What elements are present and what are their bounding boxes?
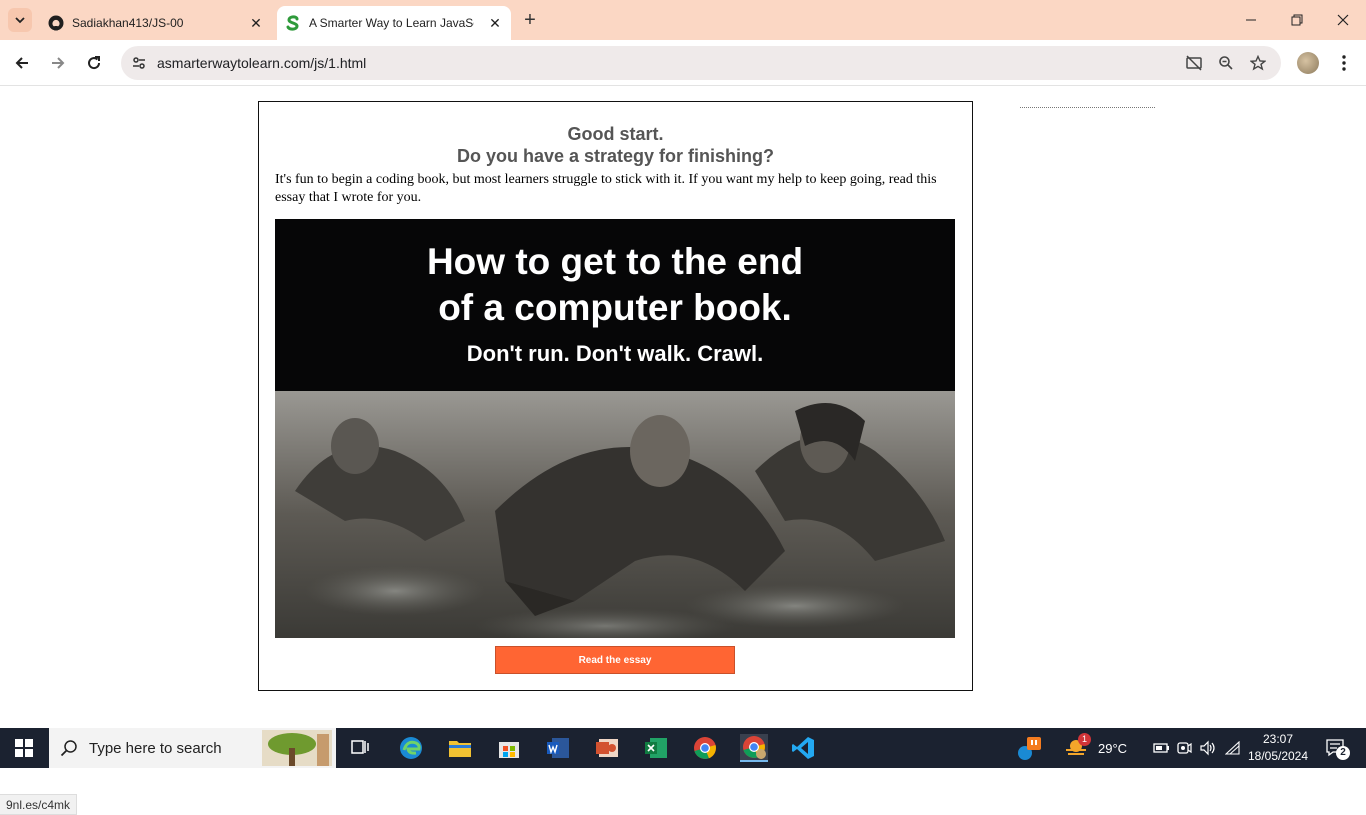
new-tab-button[interactable]: + xyxy=(518,9,542,33)
essay-banner-image[interactable]: How to get to the end of a computer book… xyxy=(275,219,955,638)
microsoft-store-icon[interactable] xyxy=(495,734,523,762)
page-heading: Good start. xyxy=(567,124,664,144)
profile-avatar[interactable] xyxy=(1297,52,1319,74)
mud-crawl-photo xyxy=(275,391,955,638)
search-highlight-tree-icon xyxy=(262,730,332,766)
back-button[interactable] xyxy=(10,51,34,75)
reload-button[interactable] xyxy=(82,51,106,75)
banner-text-area: How to get to the end of a computer book… xyxy=(275,219,955,391)
tab-strip: Sadiakhan413/JS-00 ✕ A Smarter Way to Le… xyxy=(0,0,1366,40)
forward-button[interactable] xyxy=(46,51,70,75)
start-button[interactable] xyxy=(0,728,48,768)
word-icon[interactable] xyxy=(544,734,572,762)
chrome-icon[interactable] xyxy=(691,734,719,762)
task-view-icon[interactable] xyxy=(346,734,374,762)
bookmark-star-icon[interactable] xyxy=(1248,53,1268,73)
vscode-icon[interactable] xyxy=(789,734,817,762)
restore-button[interactable] xyxy=(1274,0,1320,40)
minimize-icon xyxy=(1246,19,1256,21)
zoom-icon[interactable] xyxy=(1216,53,1236,73)
weather-badge: 1 xyxy=(1078,733,1091,746)
clock-date: 18/05/2024 xyxy=(1247,749,1309,763)
sidebar-divider xyxy=(1020,107,1155,109)
windows-logo-icon xyxy=(15,739,33,757)
windows-taskbar: Type here to search 1 29°C 23:07 18/05/2… xyxy=(0,728,1366,768)
file-explorer-icon[interactable] xyxy=(446,734,474,762)
close-window-button[interactable] xyxy=(1320,0,1366,40)
restore-icon xyxy=(1291,14,1303,26)
tab-asmarterway[interactable]: A Smarter Way to Learn JavaScript ✕ xyxy=(277,6,511,40)
taskbar-search-box[interactable]: Type here to search xyxy=(49,728,336,768)
arrow-left-icon xyxy=(15,57,28,69)
tab-title: Sadiakhan413/JS-00 xyxy=(72,16,184,30)
url-text[interactable]: asmarterwaytolearn.com/js/1.html xyxy=(157,55,366,71)
arrow-right-icon xyxy=(52,57,65,69)
page-subheading: Do you have a strategy for finishing? xyxy=(456,146,775,166)
reload-icon xyxy=(88,56,101,70)
action-center-button[interactable]: 2 xyxy=(1322,734,1350,762)
tab-title: A Smarter Way to Learn JavaScript xyxy=(309,16,474,30)
tab-github[interactable]: Sadiakhan413/JS-00 ✕ xyxy=(40,6,272,40)
address-bar[interactable]: asmarterwaytolearn.com/js/1.html xyxy=(121,46,1281,80)
close-icon xyxy=(1337,14,1349,26)
excel-icon[interactable] xyxy=(642,734,670,762)
page-content: Good start. Do you have a strategy for f… xyxy=(0,87,1366,815)
tab-search-button[interactable] xyxy=(8,8,32,32)
search-icon xyxy=(59,738,79,758)
browser-toolbar: asmarterwaytolearn.com/js/1.html xyxy=(0,40,1366,86)
chrome-profile-icon[interactable] xyxy=(740,734,768,762)
close-tab-icon[interactable]: ✕ xyxy=(487,15,503,31)
edge-icon[interactable] xyxy=(397,734,425,762)
close-tab-icon[interactable]: ✕ xyxy=(248,15,264,31)
status-bar-link: 9nl.es/c4mk xyxy=(0,794,78,815)
weather-widget[interactable]: 1 29°C xyxy=(1064,728,1127,768)
volume-icon[interactable] xyxy=(1194,734,1222,762)
banner-title-line2: of a computer book. xyxy=(438,287,792,328)
camera-blocked-icon[interactable] xyxy=(1184,53,1204,73)
more-vert-icon xyxy=(1342,55,1346,71)
chevron-down-icon xyxy=(15,17,25,24)
asmarterway-icon xyxy=(285,15,301,31)
search-placeholder: Type here to search xyxy=(89,739,222,757)
notification-count: 2 xyxy=(1336,746,1350,760)
banner-title: How to get to the end of a computer book… xyxy=(275,239,955,331)
interstitial-card: Good start. Do you have a strategy for f… xyxy=(258,101,973,691)
github-icon xyxy=(48,15,64,31)
site-info-icon[interactable] xyxy=(129,53,149,73)
banner-title-line1: How to get to the end xyxy=(426,241,804,282)
browser-menu-button[interactable] xyxy=(1334,52,1354,74)
minimize-button[interactable] xyxy=(1228,0,1274,40)
clock-time: 23:07 xyxy=(1262,732,1294,746)
read-essay-button[interactable]: Read the essay xyxy=(495,646,735,674)
powerpoint-icon[interactable] xyxy=(593,734,621,762)
banner-tagline: Don't run. Don't walk. Crawl. xyxy=(466,341,764,366)
system-clock[interactable]: 23:07 18/05/2024 xyxy=(1240,731,1316,765)
intro-text: It's fun to begin a coding book, but mos… xyxy=(275,172,937,205)
weather-temperature: 29°C xyxy=(1098,740,1128,756)
weather-icon: 1 xyxy=(1064,733,1091,760)
notification-app-icon[interactable] xyxy=(1016,734,1044,762)
